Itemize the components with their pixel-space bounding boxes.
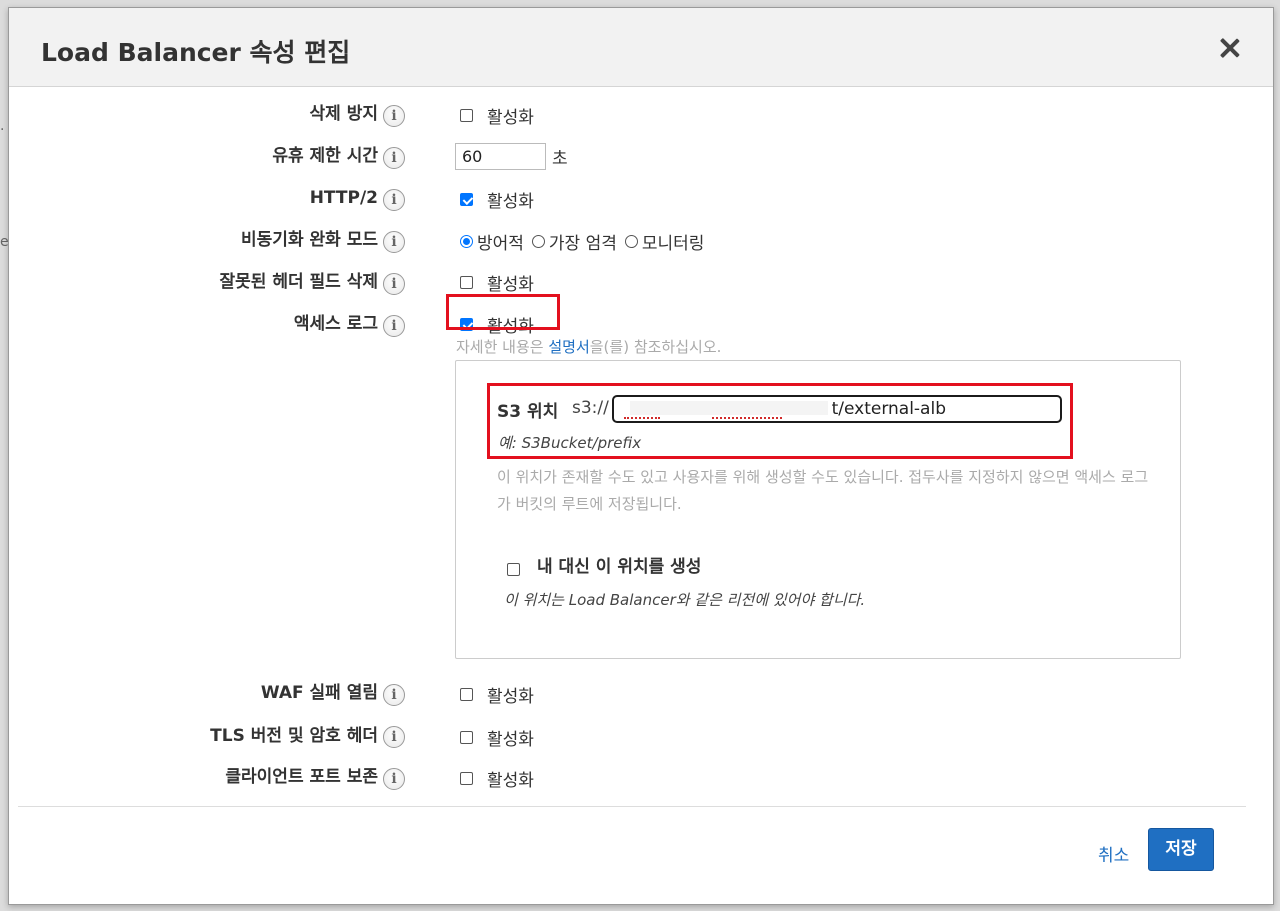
access-logs-label: 액세스 로그 [293, 314, 378, 334]
drop-invalid-headers-checkbox-label: 활성화 [487, 275, 534, 295]
tls-headers-control[interactable]: 활성화 [460, 725, 534, 750]
tls-headers-checkbox[interactable] [460, 731, 473, 744]
save-button[interactable]: 저장 [1148, 828, 1214, 871]
s3-description: 이 위치가 존재할 수도 있고 사용자를 위해 생성할 수도 있습니다. 접두사… [497, 468, 1149, 513]
info-icon[interactable]: i [383, 684, 405, 706]
info-icon[interactable]: i [383, 726, 405, 748]
info-icon[interactable]: i [383, 189, 405, 211]
s3-location-input[interactable]: t/external-alb [612, 395, 1062, 423]
http2-control[interactable]: 활성화 [460, 187, 534, 212]
preserve-client-port-checkbox-label: 활성화 [487, 771, 534, 791]
deletion-protection-control[interactable]: 활성화 [460, 103, 534, 128]
deletion-protection-label: 삭제 방지 [309, 104, 378, 124]
documentation-link[interactable]: 설명서 [548, 338, 589, 356]
help-prefix: 자세한 내용은 [456, 338, 549, 356]
desync-mode-radio-group: 방어적 가장 엄격 모니터링 [460, 229, 712, 254]
http2-checkbox-label: 활성화 [487, 192, 534, 212]
waf-fail-open-control[interactable]: 활성화 [460, 682, 534, 707]
drop-invalid-headers-label: 잘못된 헤더 필드 삭제 [219, 272, 378, 292]
desync-defensive-label: 방어적 [477, 234, 524, 254]
desync-strictest-radio[interactable] [531, 235, 545, 248]
tls-headers-label: TLS 버전 및 암호 헤더 [210, 726, 378, 746]
close-icon[interactable] [1217, 35, 1243, 61]
info-icon[interactable]: i [383, 315, 405, 337]
desync-mode-label: 비동기화 완화 모드 [241, 230, 378, 250]
waf-fail-open-checkbox-label: 활성화 [487, 687, 534, 707]
idle-timeout-label: 유휴 제한 시간 [272, 146, 378, 166]
drop-invalid-headers-checkbox[interactable] [460, 276, 473, 289]
deletion-protection-checkbox[interactable] [460, 109, 473, 122]
idle-timeout-input[interactable] [455, 143, 546, 170]
info-icon[interactable]: i [383, 768, 405, 790]
spellcheck-underline [712, 414, 782, 419]
s3-location-label: S3 위치 [497, 402, 559, 422]
drop-invalid-headers-control[interactable]: 활성화 [460, 270, 534, 295]
dialog-title: Load Balancer 속성 편집 [41, 38, 351, 67]
info-icon[interactable]: i [383, 105, 405, 127]
s3-prefix: s3:// [572, 398, 609, 418]
info-icon[interactable]: i [383, 273, 405, 295]
waf-fail-open-checkbox[interactable] [460, 688, 473, 701]
desync-strictest-label: 가장 엄격 [548, 234, 617, 254]
help-suffix: 을(를) 참조하십시오. [589, 338, 722, 356]
http2-label: HTTP/2 [309, 188, 378, 208]
create-location-note: 이 위치는 Load Balancer와 같은 리전에 있어야 합니다. [504, 591, 866, 609]
info-icon[interactable]: i [383, 231, 405, 253]
s3-example: 예: S3Bucket/prefix [498, 434, 642, 452]
http2-checkbox[interactable] [460, 193, 473, 206]
preserve-client-port-control[interactable]: 활성화 [460, 766, 534, 791]
idle-timeout-control: 초 [455, 143, 568, 170]
deletion-protection-checkbox-label: 활성화 [487, 108, 534, 128]
info-icon[interactable]: i [383, 147, 405, 169]
background-fragment: · [0, 122, 5, 138]
desync-defensive-radio[interactable] [460, 235, 473, 248]
create-location-checkbox[interactable] [507, 563, 520, 576]
desync-monitor-radio[interactable] [624, 235, 638, 248]
footer-divider [18, 806, 1246, 807]
dialog-header: Load Balancer 속성 편집 [9, 8, 1273, 87]
preserve-client-port-checkbox[interactable] [460, 772, 473, 785]
redacted-region [630, 401, 828, 415]
access-logs-highlight [446, 294, 560, 330]
cancel-button[interactable]: 취소 [1098, 841, 1129, 866]
create-location-label[interactable]: 내 대신 이 위치를 생성 [537, 552, 701, 577]
access-logs-help: 자세한 내용은 설명서을(를) 참조하십시오. [456, 336, 721, 357]
waf-fail-open-label: WAF 실패 열림 [260, 683, 378, 703]
desync-monitor-label: 모니터링 [641, 234, 705, 254]
spellcheck-underline [624, 414, 660, 419]
idle-timeout-unit: 초 [552, 149, 568, 169]
tls-headers-checkbox-label: 활성화 [487, 730, 534, 750]
preserve-client-port-label: 클라이언트 포트 보존 [225, 767, 378, 787]
s3-location-value: t/external-alb [831, 399, 946, 419]
